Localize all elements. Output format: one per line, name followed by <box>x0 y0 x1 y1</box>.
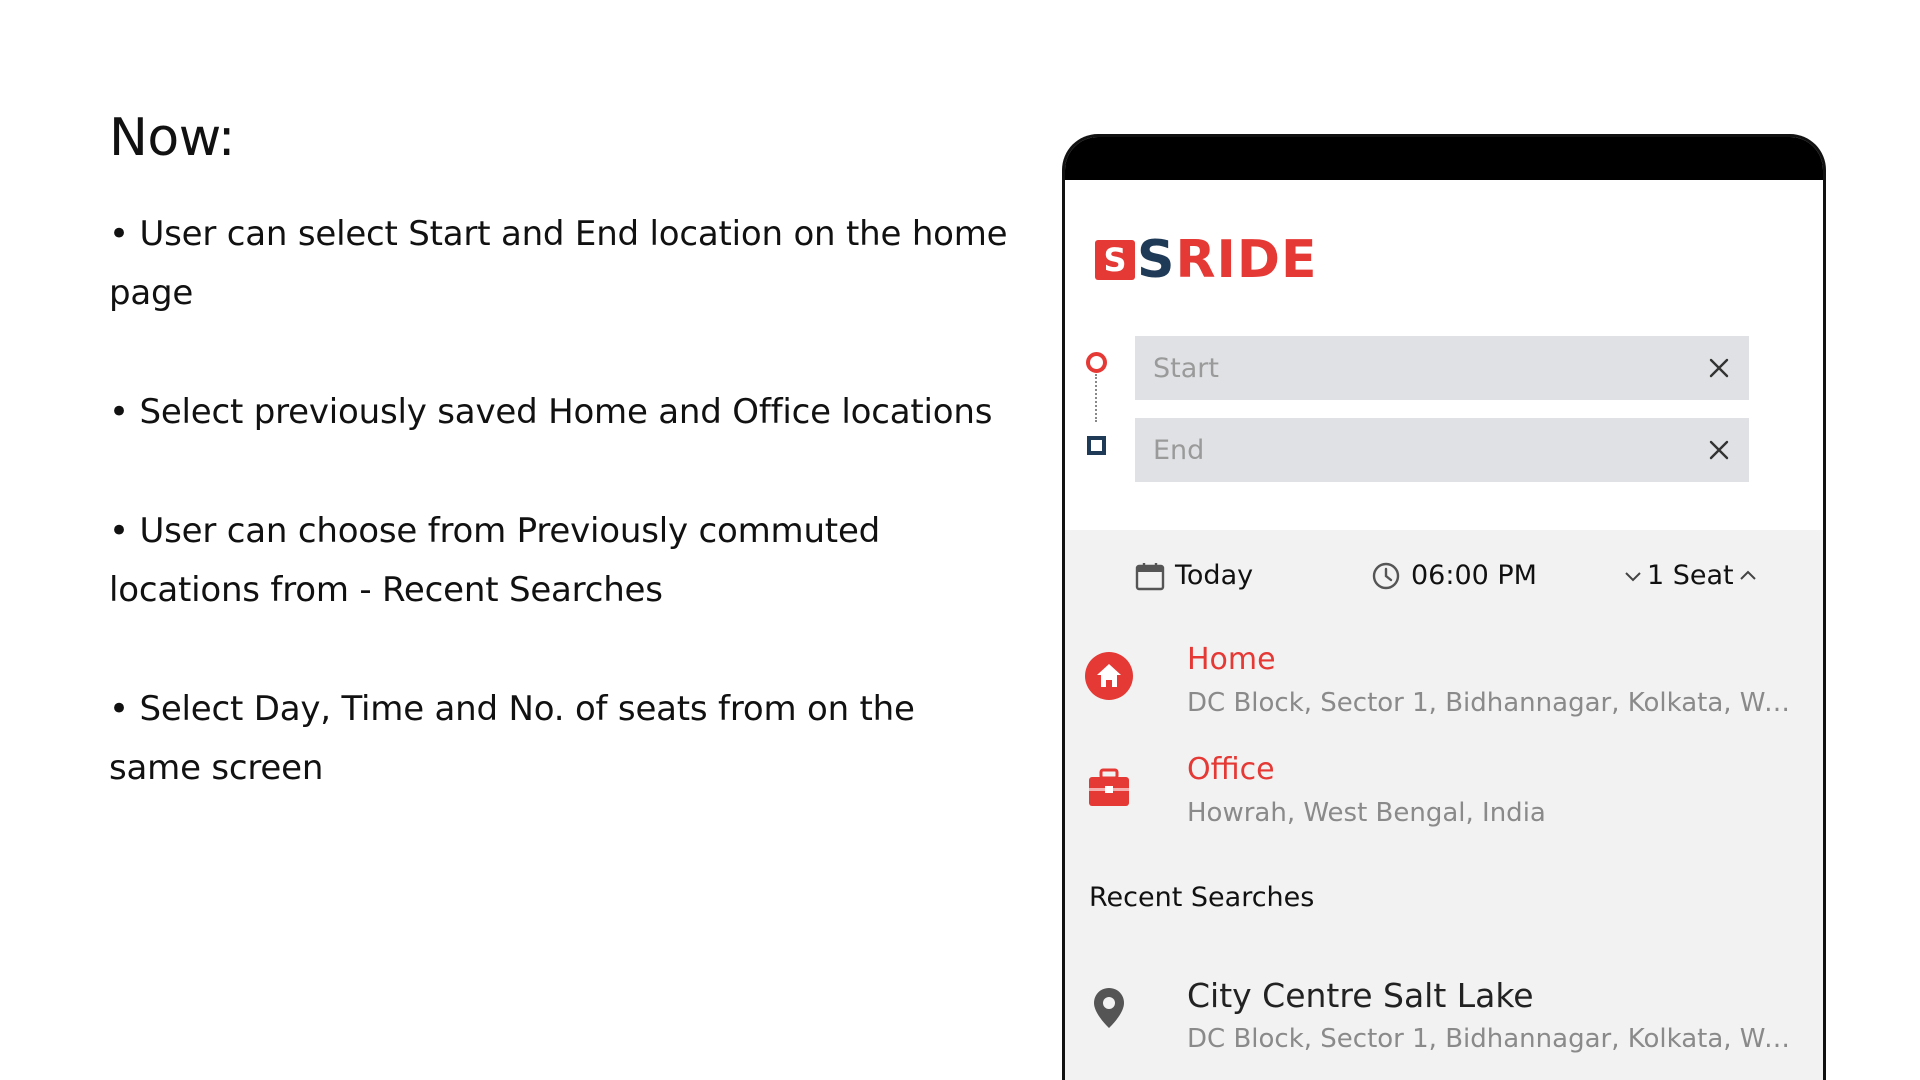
bullet-item: • Select previously saved Home and Offic… <box>109 392 993 432</box>
bullet-item: • User can choose from Previously commut… <box>109 511 881 610</box>
phone-status-bar <box>1065 137 1823 180</box>
bullet-item: • User can select Start and End location… <box>109 214 1008 313</box>
time-selector[interactable]: 06:00 PM <box>1371 560 1537 591</box>
recent-search-address: DC Block, Sector 1, Bidhannagar, Kolkata… <box>1187 1024 1799 1054</box>
briefcase-icon <box>1085 764 1133 812</box>
slide-heading: Now: <box>109 108 235 168</box>
start-field <box>1135 336 1749 400</box>
logo-letter-s: S <box>1137 230 1176 290</box>
calendar-icon <box>1135 562 1165 590</box>
recent-search-title: City Centre Salt Lake <box>1187 976 1534 1015</box>
recent-searches-heading: Recent Searches <box>1089 882 1315 913</box>
saved-location-address: Howrah, West Bengal, India <box>1187 798 1546 828</box>
route-connector <box>1095 374 1097 422</box>
clear-start-button[interactable] <box>1689 336 1749 400</box>
close-icon <box>1709 358 1729 378</box>
end-marker-icon <box>1087 436 1106 455</box>
start-input[interactable] <box>1135 351 1689 385</box>
time-label: 06:00 PM <box>1411 560 1537 591</box>
logo-mark-icon: S <box>1095 240 1135 280</box>
sride-logo: S SRIDE <box>1095 230 1318 290</box>
saved-location-title: Office <box>1187 752 1275 787</box>
saved-location-address: DC Block, Sector 1, Bidhannagar, Kolkata… <box>1187 688 1799 718</box>
logo-letters-ride: RIDE <box>1175 230 1318 290</box>
bullet-item: • Select Day, Time and No. of seats from… <box>109 689 915 788</box>
saved-location-title: Home <box>1187 642 1276 677</box>
home-icon <box>1085 652 1133 700</box>
options-panel: Today 06:00 PM 1 Seat Home DC Block, Sec… <box>1065 530 1823 1080</box>
day-label: Today <box>1175 560 1254 591</box>
end-field <box>1135 418 1749 482</box>
bullet-list: • User can select Start and End location… <box>109 205 1009 858</box>
chevron-down-icon[interactable] <box>1623 566 1643 586</box>
close-icon <box>1709 440 1729 460</box>
phone-mockup: S SRIDE Start End Today 06:00 PM 1 Seat … <box>1062 134 1826 1080</box>
seat-selector[interactable]: 1 Seat <box>1623 560 1758 591</box>
clock-icon <box>1372 562 1400 589</box>
search-panel: S SRIDE <box>1065 180 1823 530</box>
slide: Now: • User can select Start and End loc… <box>0 0 1920 1080</box>
clear-end-button[interactable] <box>1689 418 1749 482</box>
chevron-up-icon[interactable] <box>1738 566 1758 586</box>
start-marker-icon <box>1086 352 1107 373</box>
end-input[interactable] <box>1135 433 1689 467</box>
logo-wordmark: SRIDE <box>1137 230 1318 290</box>
seat-count-label: 1 Seat <box>1647 560 1734 591</box>
location-pin-icon <box>1085 984 1133 1032</box>
day-selector[interactable]: Today <box>1135 560 1253 591</box>
